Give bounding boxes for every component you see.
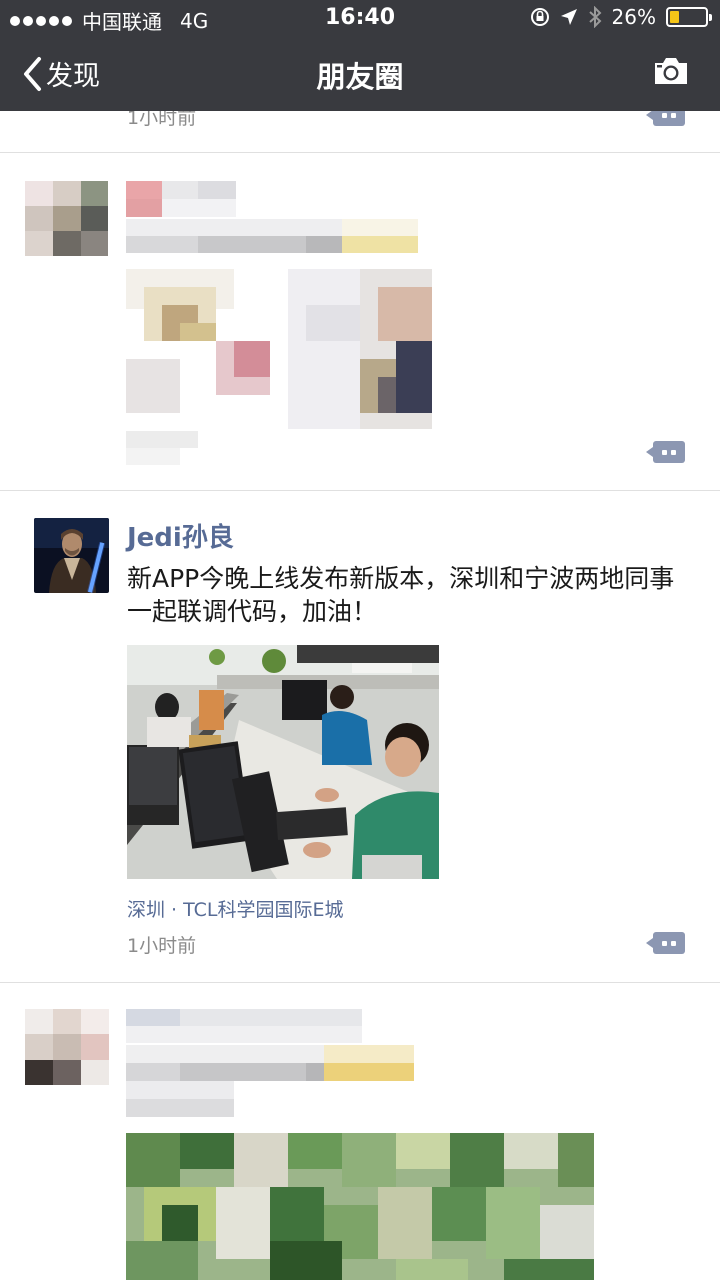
office-photo-image bbox=[127, 645, 439, 879]
post-time: 1小时前 bbox=[127, 111, 197, 129]
comment-button[interactable] bbox=[646, 111, 685, 126]
post-photo[interactable] bbox=[127, 645, 439, 879]
post-divider bbox=[0, 982, 720, 983]
blurred-post-image bbox=[126, 1133, 594, 1280]
top-bar: 中国联通 4G 16:40 26% 发现 朋友圈 bbox=[0, 0, 720, 111]
camera-icon bbox=[655, 58, 687, 84]
post-content: 新APP今晚上线发布新版本，深圳和宁波两地同事一起联调代码，加油！ bbox=[127, 564, 675, 626]
comment-button[interactable] bbox=[646, 441, 685, 463]
battery-icon bbox=[666, 7, 712, 27]
status-bar: 中国联通 4G 16:40 26% bbox=[0, 0, 720, 38]
avatar-image bbox=[34, 518, 109, 593]
bluetooth-icon bbox=[588, 6, 601, 28]
post-time: 1小时前 bbox=[127, 935, 197, 957]
battery-percent: 26% bbox=[611, 5, 656, 29]
navigation-bar: 发现 朋友圈 bbox=[0, 38, 720, 111]
blurred-time bbox=[126, 431, 198, 465]
blurred-username bbox=[126, 1009, 362, 1043]
post-divider bbox=[0, 490, 720, 491]
moments-feed: 1小时前 Jedi孙良 新APP今晚上线发布新版本，深圳和宁波两地同事一起联调代… bbox=[0, 111, 720, 1280]
blurred-username bbox=[126, 181, 236, 217]
blurred-post-text bbox=[126, 1045, 432, 1117]
post-divider bbox=[0, 152, 720, 153]
blurred-avatar bbox=[25, 181, 108, 256]
blurred-avatar bbox=[25, 1009, 109, 1085]
avatar[interactable] bbox=[34, 518, 109, 593]
blurred-post-image bbox=[126, 269, 452, 429]
location-arrow-icon bbox=[560, 9, 577, 25]
blurred-post-text bbox=[126, 219, 418, 253]
camera-button[interactable] bbox=[652, 56, 690, 90]
page-title: 朋友圈 bbox=[316, 60, 404, 94]
rotation-lock-icon bbox=[530, 8, 549, 26]
post-location[interactable]: 深圳 · TCL科学园国际E城 bbox=[127, 895, 343, 922]
post-username[interactable]: Jedi孙良 bbox=[127, 517, 234, 554]
comment-button[interactable] bbox=[646, 932, 685, 954]
